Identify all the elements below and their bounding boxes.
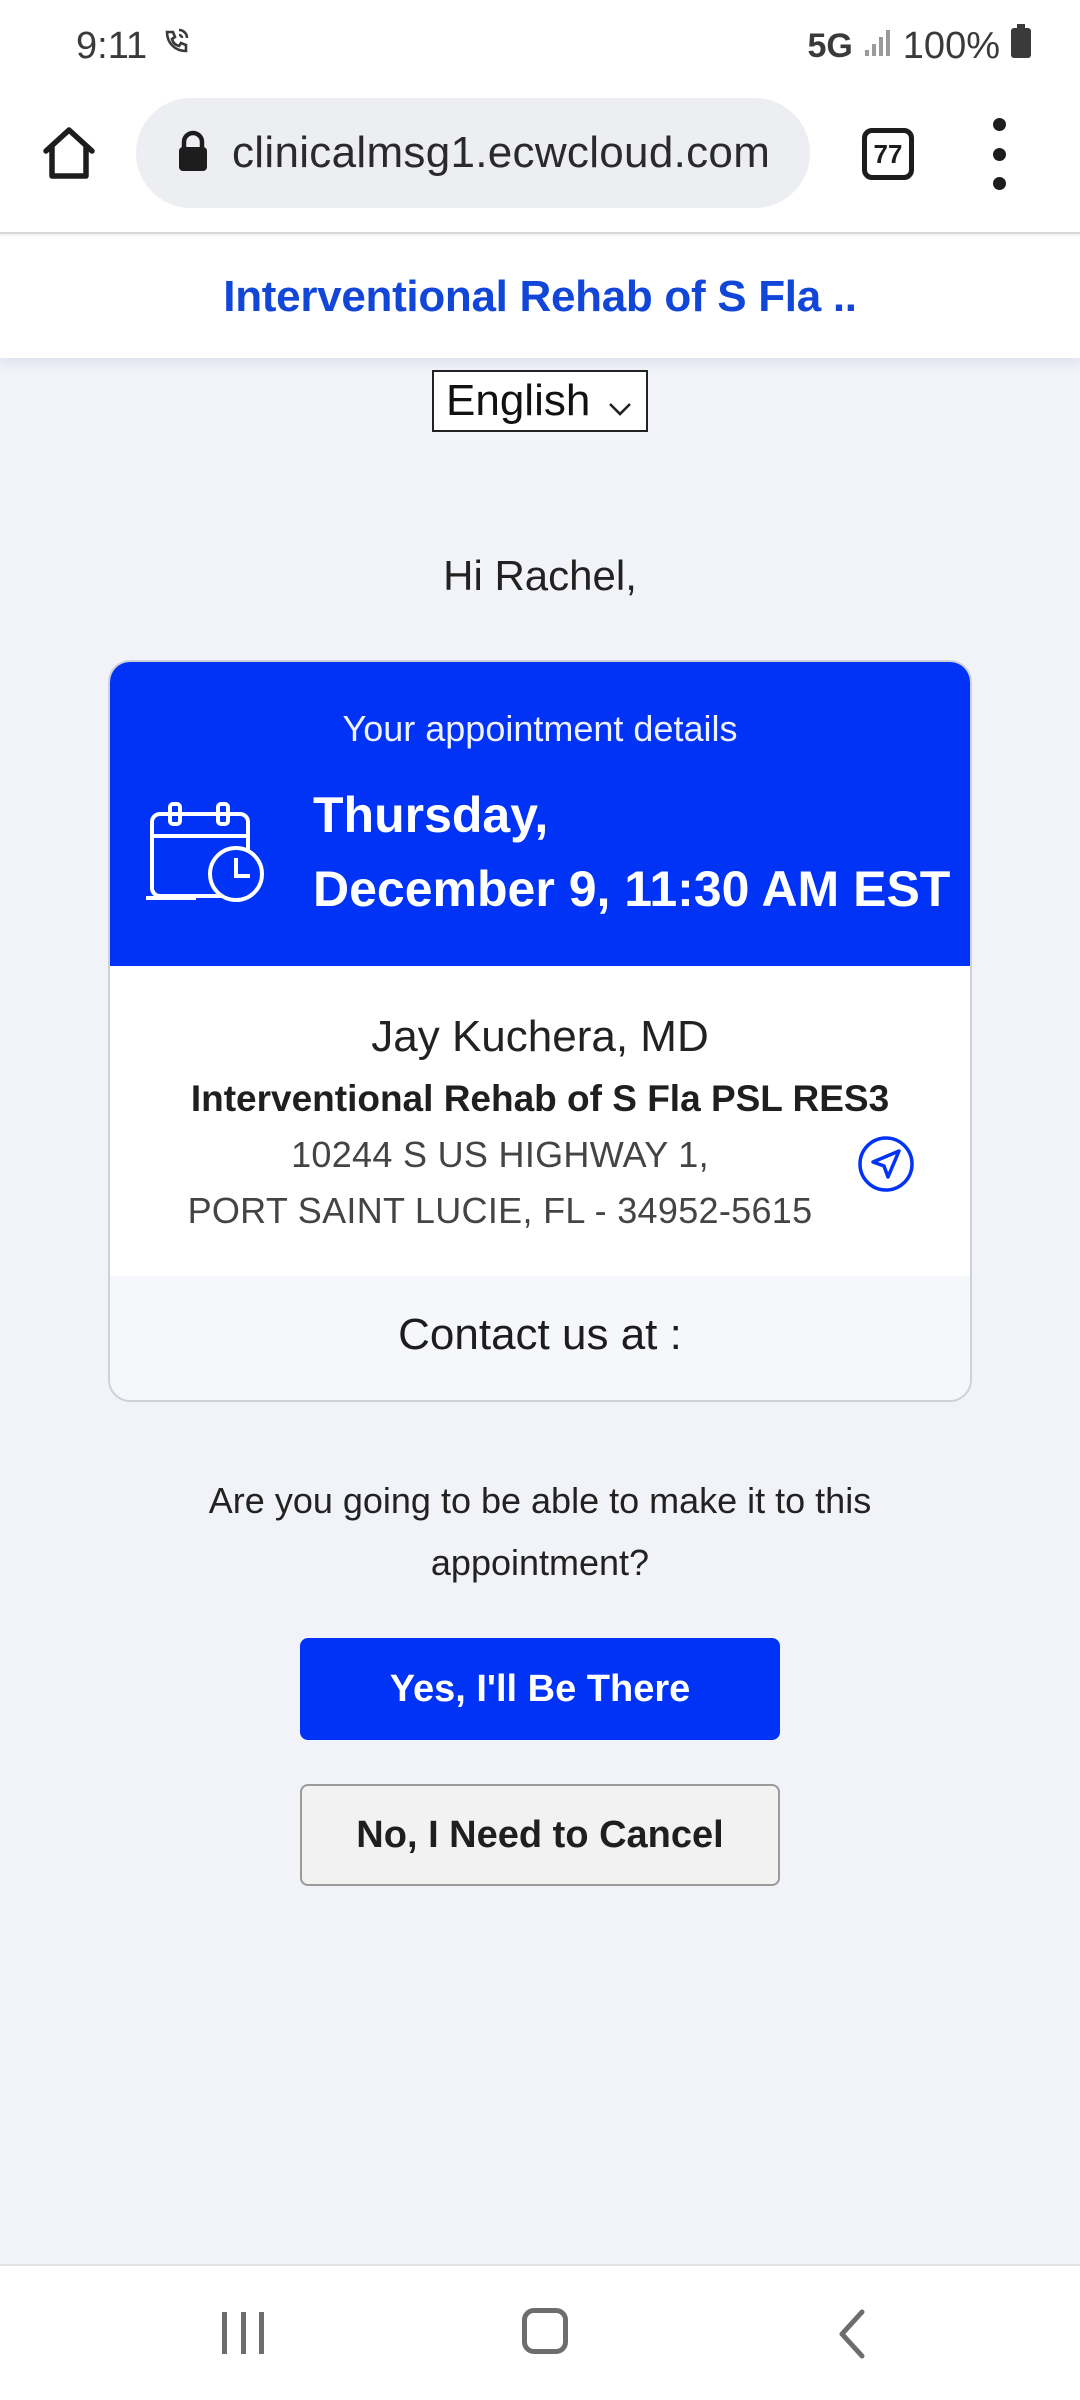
language-selected: English [446,376,591,425]
battery-percent: 100% [902,24,1000,67]
browser-toolbar: clinicalmsg1.ecwcloud.com 77 [0,92,1080,234]
appointment-card-header: Your appointment details Thursday, Decem… [110,662,970,966]
appointment-day: Thursday, [313,787,549,843]
network-type: 5G [807,26,853,65]
lock-icon[interactable] [176,130,210,177]
tabs-icon[interactable]: 77 [862,128,914,180]
signal-icon [863,25,893,68]
url-text: clinicalmsg1.ecwcloud.com [232,128,771,177]
battery-icon [1010,23,1032,69]
address-line-2: PORT SAINT LUCIE, FL - 34952-5615 [187,1190,813,1231]
appointment-datetime: December 9, 11:30 AM EST [313,861,951,917]
address-bar[interactable]: clinicalmsg1.ecwcloud.com [136,98,810,208]
status-bar: 9:11 5G 100% [0,0,1080,92]
system-nav-bar [0,2264,1080,2400]
greeting-text: Hi Rachel, [443,552,637,599]
site-header: Interventional Rehab of S Fla .. [0,236,1080,358]
appointment-card: Your appointment details Thursday, Decem… [108,660,972,1402]
tab-count: 77 [873,138,903,169]
language-select[interactable]: English [432,370,648,432]
attendance-question: Are you going to be able to make it to t… [208,1480,872,1583]
address-line-1: 10244 S US HIGHWAY 1, [291,1134,709,1175]
status-time: 9:11 [76,24,148,67]
home-icon[interactable] [38,122,100,184]
practice-title: Interventional Rehab of S Fla .. [223,272,857,321]
directions-icon[interactable] [856,1134,916,1194]
cancel-button[interactable]: No, I Need to Cancel [300,1784,780,1886]
contact-label: Contact us at : [398,1310,682,1359]
status-left: 9:11 [76,24,193,68]
nav-home-icon[interactable] [522,2308,568,2354]
facility-name: Interventional Rehab of S Fla PSL RES3 [190,1078,890,1119]
back-icon[interactable] [832,2306,872,2362]
wifi-calling-icon [159,24,193,68]
appointment-card-body: Jay Kuchera, MD Interventional Rehab of … [110,966,970,1276]
confirm-button[interactable]: Yes, I'll Be There [300,1638,780,1740]
more-vert-icon[interactable] [984,118,1014,190]
status-right: 5G 100% [807,23,1032,69]
chevron-down-icon [606,386,634,436]
calendar-clock-icon [146,802,270,908]
appointment-details-label: Your appointment details [342,708,738,749]
recents-icon[interactable] [222,2312,264,2354]
provider-name: Jay Kuchera, MD [371,1012,709,1061]
